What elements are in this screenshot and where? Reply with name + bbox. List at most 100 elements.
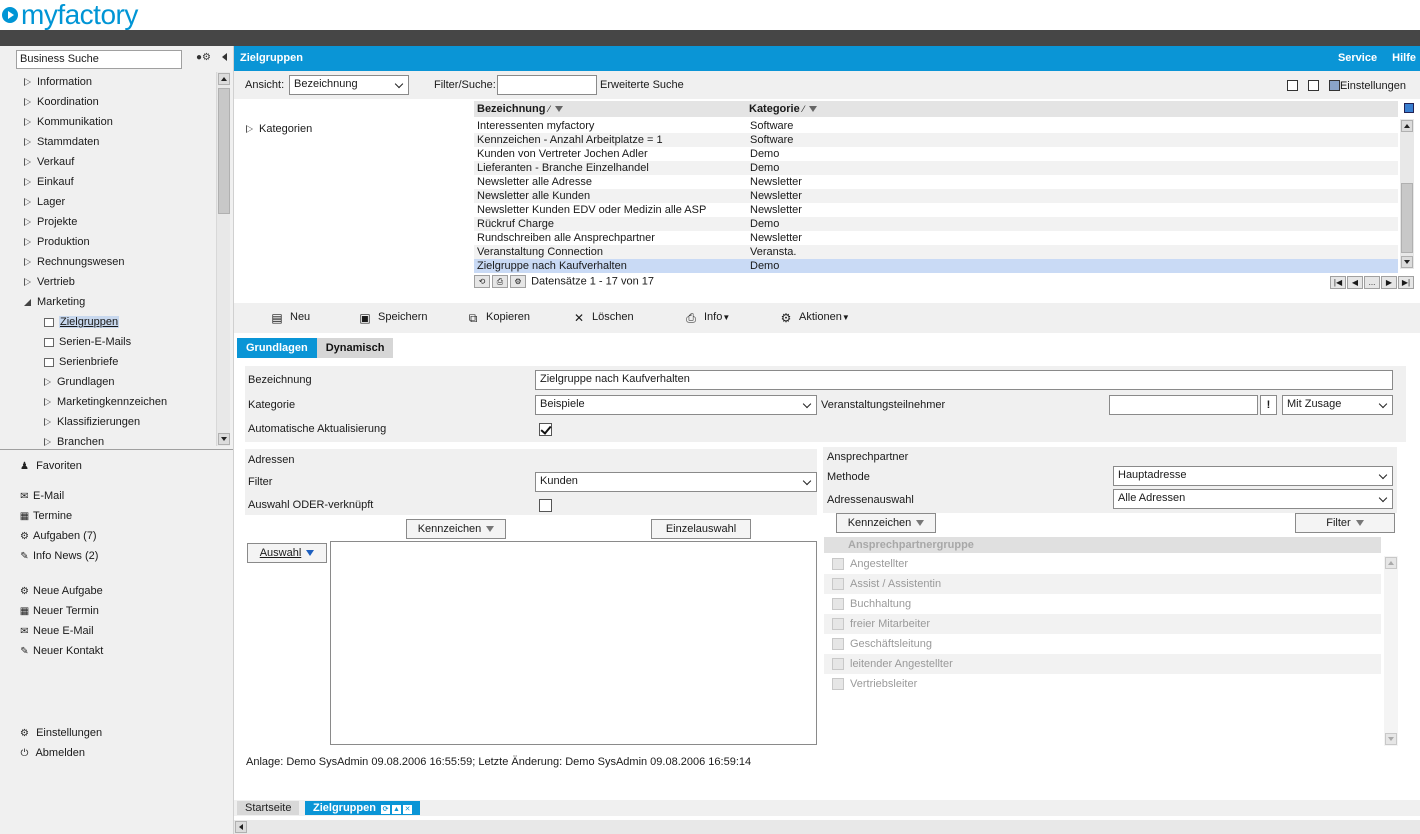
sidebar-link-neuer-termin[interactable]: ▦ Neuer Termin bbox=[18, 601, 103, 621]
grid-scrollbar[interactable] bbox=[1400, 119, 1414, 269]
info-button[interactable]: ⎙ Info▼ bbox=[684, 311, 730, 325]
last-page-icon[interactable]: ▶| bbox=[1398, 276, 1414, 289]
sidebar-item-koordination[interactable]: Koordination bbox=[16, 92, 216, 112]
column-chooser-icon[interactable] bbox=[1404, 103, 1414, 113]
adressen-filter-select[interactable]: Kunden bbox=[535, 472, 817, 492]
group-checkbox[interactable] bbox=[832, 558, 844, 570]
sidebar-item-zielgruppen[interactable]: Zielgruppen bbox=[16, 312, 216, 332]
sidebar-link-e-mail[interactable]: ✉ E-Mail bbox=[18, 486, 98, 506]
table-row[interactable]: Newsletter alle Adresse Newsletter bbox=[474, 175, 1398, 189]
sidebar-item-marketing[interactable]: Marketing bbox=[16, 292, 216, 312]
table-row[interactable]: Veranstaltung Connection Veransta. bbox=[474, 245, 1398, 259]
list-item[interactable]: Buchhaltung bbox=[824, 594, 1381, 614]
veranstaltung-lookup-button[interactable]: ! bbox=[1260, 395, 1277, 415]
sidebar-item-marketingkennzeichen[interactable]: Marketingkennzeichen bbox=[16, 392, 216, 412]
methode-select[interactable]: Hauptadresse bbox=[1113, 466, 1393, 486]
auswahl-button[interactable]: Auswahl bbox=[247, 543, 327, 563]
sidebar-item-serien-e-mails[interactable]: Serien-E-Mails bbox=[16, 332, 216, 352]
auswahl-textarea[interactable] bbox=[330, 541, 817, 745]
sidebar-item-vertrieb[interactable]: Vertrieb bbox=[16, 272, 216, 292]
sidebar-item-stammdaten[interactable]: Stammdaten bbox=[16, 132, 216, 152]
scroll-left-icon[interactable] bbox=[235, 821, 247, 833]
ansprechpartner-filter-button[interactable]: Filter bbox=[1295, 513, 1395, 533]
scroll-up-icon[interactable] bbox=[218, 73, 230, 85]
oder-checkbox[interactable] bbox=[539, 499, 552, 512]
sidebar-item-einkauf[interactable]: Einkauf bbox=[16, 172, 216, 192]
sidebar-item-serienbriefe[interactable]: Serienbriefe bbox=[16, 352, 216, 372]
einzelauswahl-button[interactable]: Einzelauswahl bbox=[651, 519, 751, 539]
list-item[interactable]: Angestellter bbox=[824, 554, 1381, 574]
sidebar-link-neue-e-mail[interactable]: ✉ Neue E-Mail bbox=[18, 621, 103, 641]
list-item[interactable]: leitender Angestellter bbox=[824, 654, 1381, 674]
sidebar-item-verkauf[interactable]: Verkauf bbox=[16, 152, 216, 172]
veranstaltung-input[interactable] bbox=[1109, 395, 1258, 415]
layout-full-icon[interactable] bbox=[1329, 80, 1340, 91]
column-header-kategorie[interactable]: Kategorie ⁄ bbox=[749, 103, 818, 115]
bezeichnung-input[interactable]: Zielgruppe nach Kaufverhalten bbox=[535, 370, 1393, 390]
group-checkbox[interactable] bbox=[832, 598, 844, 610]
close-icon[interactable]: ✕ bbox=[403, 805, 413, 814]
scroll-down-icon[interactable] bbox=[218, 433, 230, 445]
scroll-thumb[interactable] bbox=[1401, 183, 1413, 253]
ansprechpartner-kennzeichen-button[interactable]: Kennzeichen bbox=[836, 513, 936, 533]
first-page-icon[interactable]: |◀ bbox=[1330, 276, 1346, 289]
kopieren-button[interactable]: ⧉ Kopieren bbox=[466, 311, 530, 325]
horizontal-scrollbar[interactable] bbox=[234, 820, 1420, 834]
scroll-down-icon[interactable] bbox=[1385, 733, 1397, 745]
sidebar-link-termine[interactable]: ▦ Termine bbox=[18, 506, 98, 526]
table-row[interactable]: Rundschreiben alle Ansprechpartner Newsle… bbox=[474, 231, 1398, 245]
scroll-up-icon[interactable] bbox=[1401, 120, 1413, 132]
table-row[interactable]: Kunden von Vertreter Jochen Adler Demo bbox=[474, 147, 1398, 161]
sidebar-link-info-news-2[interactable]: ✎ Info News (2) bbox=[18, 546, 98, 566]
zusage-select[interactable]: Mit Zusage bbox=[1282, 395, 1393, 415]
table-row[interactable]: Kennzeichen - Anzahl Arbeitplatze = 1 Sof… bbox=[474, 133, 1398, 147]
filter-icon[interactable] bbox=[555, 106, 564, 112]
erweiterte-suche-link[interactable]: Erweiterte Suche bbox=[600, 79, 684, 91]
prev-page-icon[interactable]: ◀ bbox=[1347, 276, 1363, 289]
loeschen-button[interactable]: ✕ Löschen bbox=[572, 311, 634, 325]
layout-single-icon[interactable] bbox=[1286, 80, 1298, 91]
sidebar-item-rechnungswesen[interactable]: Rechnungswesen bbox=[16, 252, 216, 272]
group-checkbox[interactable] bbox=[832, 618, 844, 630]
sidebar-item-klassifizierungen[interactable]: Klassifizierungen bbox=[16, 412, 216, 432]
ansicht-select[interactable]: Bezeichnung bbox=[289, 75, 409, 95]
next-page-icon[interactable]: ▶ bbox=[1381, 276, 1397, 289]
collapse-sidebar-icon[interactable] bbox=[222, 53, 227, 61]
sidebar-item-branchen[interactable]: Branchen bbox=[16, 432, 216, 446]
column-header-bezeichnung[interactable]: Bezeichnung ⁄ bbox=[477, 103, 564, 115]
tab-grundlagen[interactable]: Grundlagen bbox=[237, 338, 317, 358]
group-checkbox[interactable] bbox=[832, 578, 844, 590]
einstellungen-link[interactable]: Einstellungen bbox=[1340, 80, 1406, 92]
sidebar-item-grundlagen[interactable]: Grundlagen bbox=[16, 372, 216, 392]
refresh-icon[interactable]: ⟲ bbox=[474, 275, 490, 288]
group-checkbox[interactable] bbox=[832, 638, 844, 650]
table-row[interactable]: Newsletter Kunden EDV oder Medizin alle … bbox=[474, 203, 1398, 217]
gear-icon[interactable]: ⚙ bbox=[510, 275, 526, 288]
service-link[interactable]: Service bbox=[1338, 52, 1377, 64]
table-row[interactable]: Rückruf Charge Demo bbox=[474, 217, 1398, 231]
list-item[interactable]: freier Mitarbeiter bbox=[824, 614, 1381, 634]
sidebar-item-produktion[interactable]: Produktion bbox=[16, 232, 216, 252]
table-row[interactable]: Newsletter alle Kunden Newsletter bbox=[474, 189, 1398, 203]
tab-startseite[interactable]: Startseite bbox=[237, 801, 300, 815]
tab-dynamisch[interactable]: Dynamisch bbox=[316, 338, 394, 358]
kategorie-select[interactable]: Beispiele bbox=[535, 395, 817, 415]
abmelden-link[interactable]: ⏻ Abmelden bbox=[18, 743, 102, 763]
scroll-up-icon[interactable] bbox=[1385, 557, 1397, 569]
logo[interactable]: myfactory bbox=[2, 0, 138, 30]
filter-icon[interactable] bbox=[809, 106, 818, 112]
sidebar-item-kommunikation[interactable]: Kommunikation bbox=[16, 112, 216, 132]
sidebar-link-neuer-kontakt[interactable]: ✎ Neuer Kontakt bbox=[18, 641, 103, 661]
print-icon[interactable]: ⎙ bbox=[492, 275, 508, 288]
more-pages-button[interactable]: ... bbox=[1364, 276, 1380, 289]
aktionen-button[interactable]: ⚙ Aktionen▼ bbox=[779, 311, 850, 325]
table-row[interactable]: Interessenten myfactory Software bbox=[474, 119, 1398, 133]
group-scrollbar[interactable] bbox=[1384, 556, 1398, 746]
table-row[interactable]: Lieferanten - Branche Einzelhandel Demo bbox=[474, 161, 1398, 175]
adressauswahl-select[interactable]: Alle Adressen bbox=[1113, 489, 1393, 509]
pin-icon[interactable]: ▲ bbox=[392, 805, 402, 814]
sidebar-link-neue-aufgabe[interactable]: ⚙ Neue Aufgabe bbox=[18, 581, 103, 601]
favoriten-link[interactable]: ♟ Favoriten bbox=[18, 456, 82, 476]
refresh-icon[interactable]: ⟳ bbox=[381, 805, 391, 814]
sidebar-item-information[interactable]: Information bbox=[16, 72, 216, 92]
